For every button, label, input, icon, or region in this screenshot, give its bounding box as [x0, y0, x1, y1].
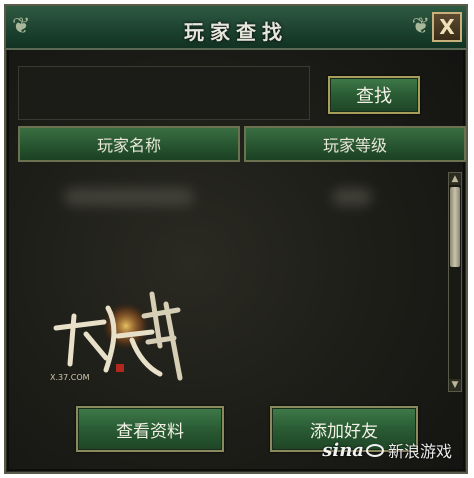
watermark-label: 新浪游戏: [387, 442, 452, 461]
results-scrollbar[interactable]: ▲ ▼: [448, 172, 462, 392]
scrollbar-thumb[interactable]: [450, 187, 460, 267]
close-button[interactable]: X: [432, 12, 462, 42]
sina-eye-icon: [365, 443, 384, 457]
column-header-player-level[interactable]: 玩家等级: [244, 126, 466, 162]
player-search-input[interactable]: [18, 66, 310, 120]
scroll-up-icon[interactable]: ▲: [449, 173, 461, 185]
search-button[interactable]: 查找: [328, 76, 420, 114]
game-logo: X.37.COM: [50, 291, 183, 382]
column-header-player-name[interactable]: 玩家名称: [18, 126, 240, 162]
sina-games-watermark: sina 新浪游戏: [322, 438, 452, 462]
blurred-player-level[interactable]: [332, 188, 372, 206]
player-search-window: ❦ 玩家查找 ❦ X 查找 玩家名称 玩家等级 ▲ ▼ X.37.COM 查看资: [4, 4, 468, 474]
sina-logo: sina: [322, 439, 364, 461]
right-ornament-icon: ❦: [411, 14, 430, 39]
svg-text:X.37.COM: X.37.COM: [50, 373, 90, 382]
title-bar: ❦ 玩家查找 ❦ X: [6, 6, 466, 50]
close-icon: X: [439, 15, 455, 39]
blurred-player-name[interactable]: [64, 188, 194, 206]
scroll-down-icon[interactable]: ▼: [449, 379, 461, 391]
view-profile-button[interactable]: 查看资料: [76, 406, 224, 452]
